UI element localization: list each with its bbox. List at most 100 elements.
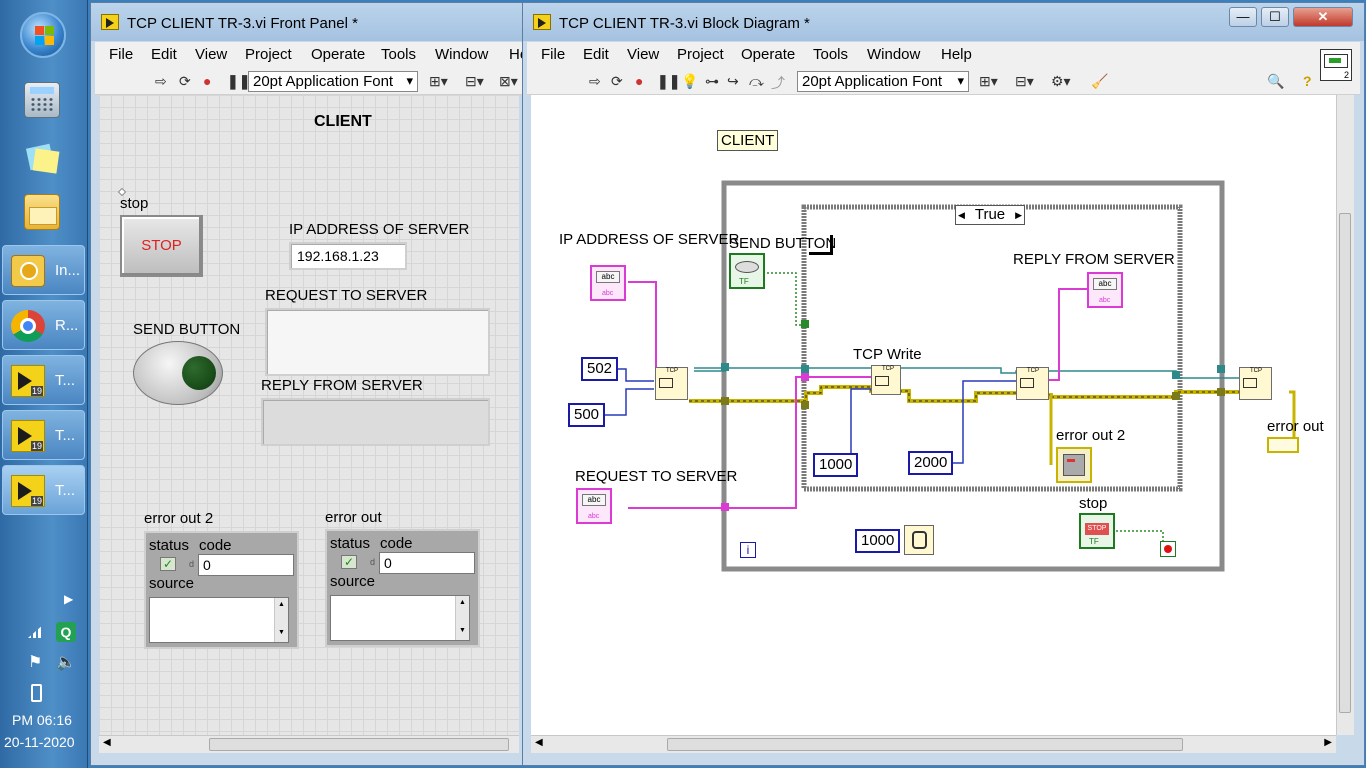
request-terminal[interactable]: abc abc: [576, 488, 612, 524]
font-select[interactable]: 20pt Application Font: [248, 71, 418, 92]
battery-icon[interactable]: [31, 684, 42, 702]
start-button[interactable]: [20, 12, 66, 58]
pause-icon[interactable]: ❚❚: [657, 73, 680, 90]
port-constant[interactable]: 502: [581, 357, 619, 381]
maximize-button[interactable]: ☐: [1261, 7, 1289, 27]
reply-terminal[interactable]: abc abc: [1087, 272, 1123, 308]
step-over-icon[interactable]: ⤼: [749, 73, 764, 90]
font-select[interactable]: 20pt Application Font: [797, 71, 969, 92]
menu-file[interactable]: File: [541, 46, 565, 63]
read-timeout-constant[interactable]: 2000: [908, 451, 954, 475]
send-button-terminal[interactable]: TF: [729, 253, 765, 289]
step-out-icon[interactable]: ⤴: [771, 73, 785, 93]
abort-icon[interactable]: ●: [635, 73, 643, 89]
tunnel: [1172, 371, 1180, 379]
clock-time[interactable]: PM 06:16: [12, 712, 72, 728]
stop-terminal[interactable]: STOP TF: [1079, 513, 1115, 549]
file-explorer-icon[interactable]: [24, 194, 60, 230]
sticky-notes-icon[interactable]: [24, 140, 60, 176]
align-objects-icon[interactable]: ⊞▾: [429, 73, 448, 90]
close-button[interactable]: ✕: [1293, 7, 1353, 27]
clean-up-diagram-icon[interactable]: 🧹: [1091, 73, 1108, 90]
run-continuously-icon[interactable]: ⟳: [611, 73, 623, 90]
volume-icon[interactable]: 🔈: [56, 652, 76, 672]
menu-window[interactable]: Window: [435, 46, 488, 63]
scroll-thumb[interactable]: [667, 738, 1183, 751]
taskbar-labview-1[interactable]: 19 T...: [2, 355, 85, 405]
tcp-read-node[interactable]: TCP: [1016, 367, 1049, 400]
tcp-close-connection-node[interactable]: TCP: [1239, 367, 1272, 400]
send-button[interactable]: [133, 341, 223, 405]
highlight-execution-icon[interactable]: 💡: [681, 73, 698, 90]
run-arrow-icon[interactable]: ⇨: [589, 73, 601, 90]
taskbar-outlook[interactable]: In...: [2, 245, 85, 295]
clock-date[interactable]: 20-11-2020: [4, 734, 75, 750]
taskbar-labview-3[interactable]: 19 T...: [2, 465, 85, 515]
minimize-button[interactable]: —: [1229, 7, 1257, 27]
front-panel-canvas: CLIENT stop STOP IP ADDRESS OF SERVER 19…: [99, 95, 519, 735]
tcp-open-connection-node[interactable]: TCP: [655, 367, 688, 400]
flag-icon[interactable]: ⚑: [28, 652, 42, 672]
error-out-terminal[interactable]: [1267, 437, 1299, 453]
menu-help[interactable]: Help: [941, 46, 972, 63]
distribute-objects-icon[interactable]: ⊟▾: [465, 73, 484, 90]
write-timeout-constant[interactable]: 1000: [813, 453, 859, 477]
request-label: REQUEST TO SERVER: [265, 287, 428, 304]
taskbar-labview-2[interactable]: 19 T...: [2, 410, 85, 460]
help-icon[interactable]: ?: [1303, 73, 1312, 89]
menu-edit[interactable]: Edit: [583, 46, 609, 63]
client-comment[interactable]: CLIENT: [717, 130, 779, 151]
pause-icon[interactable]: ❚❚: [227, 73, 250, 90]
retain-wire-values-icon[interactable]: ⊶: [705, 73, 719, 90]
case-selector[interactable]: ◀ True ▶: [955, 205, 1025, 225]
wait-ms-node[interactable]: [904, 525, 934, 555]
request-input[interactable]: [265, 308, 490, 376]
ip-input[interactable]: 192.168.1.23: [289, 242, 407, 270]
show-hidden-icons[interactable]: ▶: [64, 592, 73, 606]
menu-project[interactable]: Project: [677, 46, 724, 63]
stop-button[interactable]: STOP: [120, 215, 203, 277]
panel-heading: CLIENT: [314, 113, 372, 130]
menu-project[interactable]: Project: [245, 46, 292, 63]
menu-operate[interactable]: Operate: [741, 46, 795, 63]
front-panel-hscroll[interactable]: ◀: [99, 735, 519, 753]
menu-view[interactable]: View: [195, 46, 227, 63]
menu-tools[interactable]: Tools: [813, 46, 848, 63]
align-objects-icon[interactable]: ⊞▾: [979, 73, 998, 90]
source-scrollbar[interactable]: ▲ ▼: [455, 596, 469, 640]
source-scrollbar[interactable]: ▲ ▼: [274, 598, 288, 642]
vi-icon-pane[interactable]: 2: [1320, 49, 1352, 81]
block-diagram-vscroll[interactable]: [1336, 95, 1354, 735]
menu-edit[interactable]: Edit: [151, 46, 177, 63]
wait-ms-constant[interactable]: 1000: [855, 529, 901, 553]
open-timeout-constant[interactable]: 500: [568, 403, 606, 427]
block-diagram-hscroll[interactable]: ◀ ▶: [531, 735, 1336, 753]
loop-condition-terminal[interactable]: [1160, 541, 1176, 557]
run-continuously-icon[interactable]: ⟳: [179, 73, 191, 90]
labview-vi-icon: [533, 14, 551, 30]
resize-objects-icon[interactable]: ⊠▾: [499, 73, 518, 90]
reorder-icon[interactable]: ⚙▾: [1051, 73, 1071, 90]
search-icon[interactable]: 🔍: [1267, 73, 1284, 90]
error-out-2-terminal[interactable]: [1056, 447, 1092, 483]
menu-window[interactable]: Window: [867, 46, 920, 63]
taskbar-chrome[interactable]: R...: [2, 300, 85, 350]
distribute-objects-icon[interactable]: ⊟▾: [1015, 73, 1034, 90]
send-label: SEND BUTTON: [133, 321, 241, 338]
menu-operate[interactable]: Operate: [311, 46, 365, 63]
signal-icon[interactable]: [28, 624, 44, 638]
q-app-icon[interactable]: Q: [56, 622, 76, 642]
calculator-icon[interactable]: [24, 82, 60, 118]
menu-view[interactable]: View: [627, 46, 659, 63]
scroll-thumb[interactable]: [209, 738, 509, 751]
step-into-icon[interactable]: ↪: [727, 73, 739, 90]
block-diagram-titlebar[interactable]: TCP CLIENT TR-3.vi Block Diagram * — ☐ ✕: [523, 3, 1364, 41]
menu-file[interactable]: File: [109, 46, 133, 63]
abort-icon[interactable]: ●: [203, 73, 211, 89]
ip-terminal[interactable]: abc abc: [590, 265, 626, 301]
tcp-write-node[interactable]: TCP: [871, 365, 901, 395]
run-arrow-icon[interactable]: ⇨: [155, 73, 167, 90]
menu-tools[interactable]: Tools: [381, 46, 416, 63]
front-panel-titlebar[interactable]: TCP CLIENT TR-3.vi Front Panel *: [91, 3, 529, 41]
scroll-thumb[interactable]: [1339, 213, 1351, 713]
